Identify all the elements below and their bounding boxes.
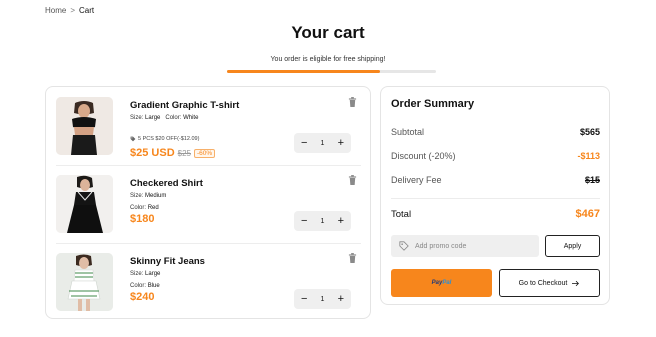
quantity-value: 1 — [320, 295, 325, 303]
cart-item: Checkered Shirt Size: Medium Color: Red … — [56, 175, 361, 243]
color-label: Color: — [130, 205, 147, 211]
discount-label: Discount (-20%) — [391, 151, 456, 161]
quantity-stepper: − 1 + — [294, 289, 351, 309]
product-name[interactable]: Checkered Shirt — [130, 178, 203, 189]
cart-item: Skinny Fit Jeans Size: Large Color: Blue… — [56, 253, 361, 321]
product-size: Size: Large — [130, 271, 160, 277]
increase-quantity-button[interactable]: + — [338, 137, 344, 149]
paypal-logo-part2: Pal — [442, 280, 452, 286]
current-price: $180 — [130, 213, 155, 225]
size-value: Large — [145, 115, 161, 121]
arrow-right-icon — [572, 280, 580, 286]
color-label: Color: — [165, 115, 182, 121]
promo-code-placeholder: Add promo code — [415, 242, 467, 250]
order-summary-panel: Order Summary Subtotal $565 Discount (-2… — [380, 86, 610, 305]
current-price: $240 — [130, 291, 155, 303]
product-attributes: Size: Large Color: White — [130, 115, 198, 121]
tag-icon — [130, 136, 136, 142]
checkout-button[interactable]: Go to Checkout — [499, 269, 600, 297]
shipping-progress-fill — [227, 70, 380, 73]
page-title: Your cart — [291, 23, 365, 42]
trash-icon[interactable] — [348, 175, 357, 185]
breadcrumb: Home > Cart — [45, 6, 94, 15]
delivery-value: $15 — [584, 175, 600, 185]
shipping-progress-bar — [227, 70, 436, 73]
product-size: Size: Medium — [130, 193, 166, 199]
current-price: $25 USD — [130, 147, 175, 159]
product-price: $180 — [130, 213, 154, 225]
product-image[interactable] — [56, 175, 113, 233]
total-value: $467 — [575, 208, 600, 220]
paypal-logo-part1: Pay — [431, 280, 443, 286]
color-label: Color: — [130, 283, 147, 289]
discount-row: Discount (-20%) -$113 — [391, 151, 600, 161]
discount-badge: -60% — [194, 148, 216, 158]
product-name[interactable]: Skinny Fit Jeans — [130, 256, 205, 267]
color-value: Red — [147, 205, 159, 211]
decrease-quantity-button[interactable]: − — [301, 137, 307, 149]
subtotal-row: Subtotal $565 — [391, 127, 600, 137]
total-label: Total — [391, 208, 412, 220]
product-image[interactable] — [56, 97, 113, 155]
size-value: Large — [145, 271, 161, 277]
cart-item: Gradient Graphic T-shirt Size: Large Col… — [56, 97, 361, 165]
quantity-stepper: − 1 + — [294, 211, 351, 231]
size-label: Size: — [130, 193, 144, 199]
promo-text: 5 PCS $20 OFF(-$12.09) — [138, 136, 200, 142]
trash-icon[interactable] — [348, 97, 357, 107]
chevron-right-icon: > — [70, 6, 76, 15]
free-shipping-message: You order is eligible for free shipping! — [270, 56, 386, 63]
product-name[interactable]: Gradient Graphic T-shirt — [130, 100, 239, 111]
breadcrumb-current: Cart — [79, 6, 95, 15]
size-label: Size: — [130, 271, 144, 277]
size-value: Medium — [145, 193, 167, 199]
old-price: $25 — [177, 148, 191, 158]
promo-code-input[interactable]: Add promo code — [391, 235, 539, 257]
subtotal-label: Subtotal — [391, 127, 425, 137]
product-image[interactable] — [56, 253, 113, 311]
tag-icon — [399, 241, 409, 251]
trash-icon[interactable] — [348, 253, 357, 263]
color-value: Blue — [147, 283, 160, 289]
apply-promo-button[interactable]: Apply — [545, 235, 600, 257]
increase-quantity-button[interactable]: + — [338, 215, 344, 227]
delivery-row: Delivery Fee $15 — [391, 175, 600, 185]
quantity-value: 1 — [320, 139, 325, 147]
summary-divider — [391, 198, 600, 199]
color-value: White — [183, 115, 199, 121]
checkout-label: Go to Checkout — [518, 279, 568, 287]
increase-quantity-button[interactable]: + — [338, 293, 344, 305]
delivery-label: Delivery Fee — [391, 175, 442, 185]
quantity-stepper: − 1 + — [294, 133, 351, 153]
product-price: $240 — [130, 291, 154, 303]
decrease-quantity-button[interactable]: − — [301, 293, 307, 305]
size-label: Size: — [130, 115, 144, 121]
order-summary-title: Order Summary — [391, 98, 475, 110]
subtotal-value: $565 — [579, 127, 600, 137]
discount-value: -$113 — [577, 151, 600, 161]
decrease-quantity-button[interactable]: − — [301, 215, 307, 227]
paypal-button[interactable]: Pay Pal — [391, 269, 492, 297]
total-row: Total $467 — [391, 208, 600, 220]
item-divider — [56, 243, 361, 244]
quantity-value: 1 — [320, 217, 325, 225]
product-price: $25 USD $25 -60% — [130, 147, 216, 159]
cart-items-panel: Gradient Graphic T-shirt Size: Large Col… — [45, 86, 371, 319]
product-color: Color: Red — [130, 205, 159, 211]
bundle-promo: 5 PCS $20 OFF(-$12.09) — [130, 136, 199, 142]
product-color: Color: Blue — [130, 283, 160, 289]
item-divider — [56, 165, 361, 166]
breadcrumb-home-link[interactable]: Home — [45, 6, 66, 15]
